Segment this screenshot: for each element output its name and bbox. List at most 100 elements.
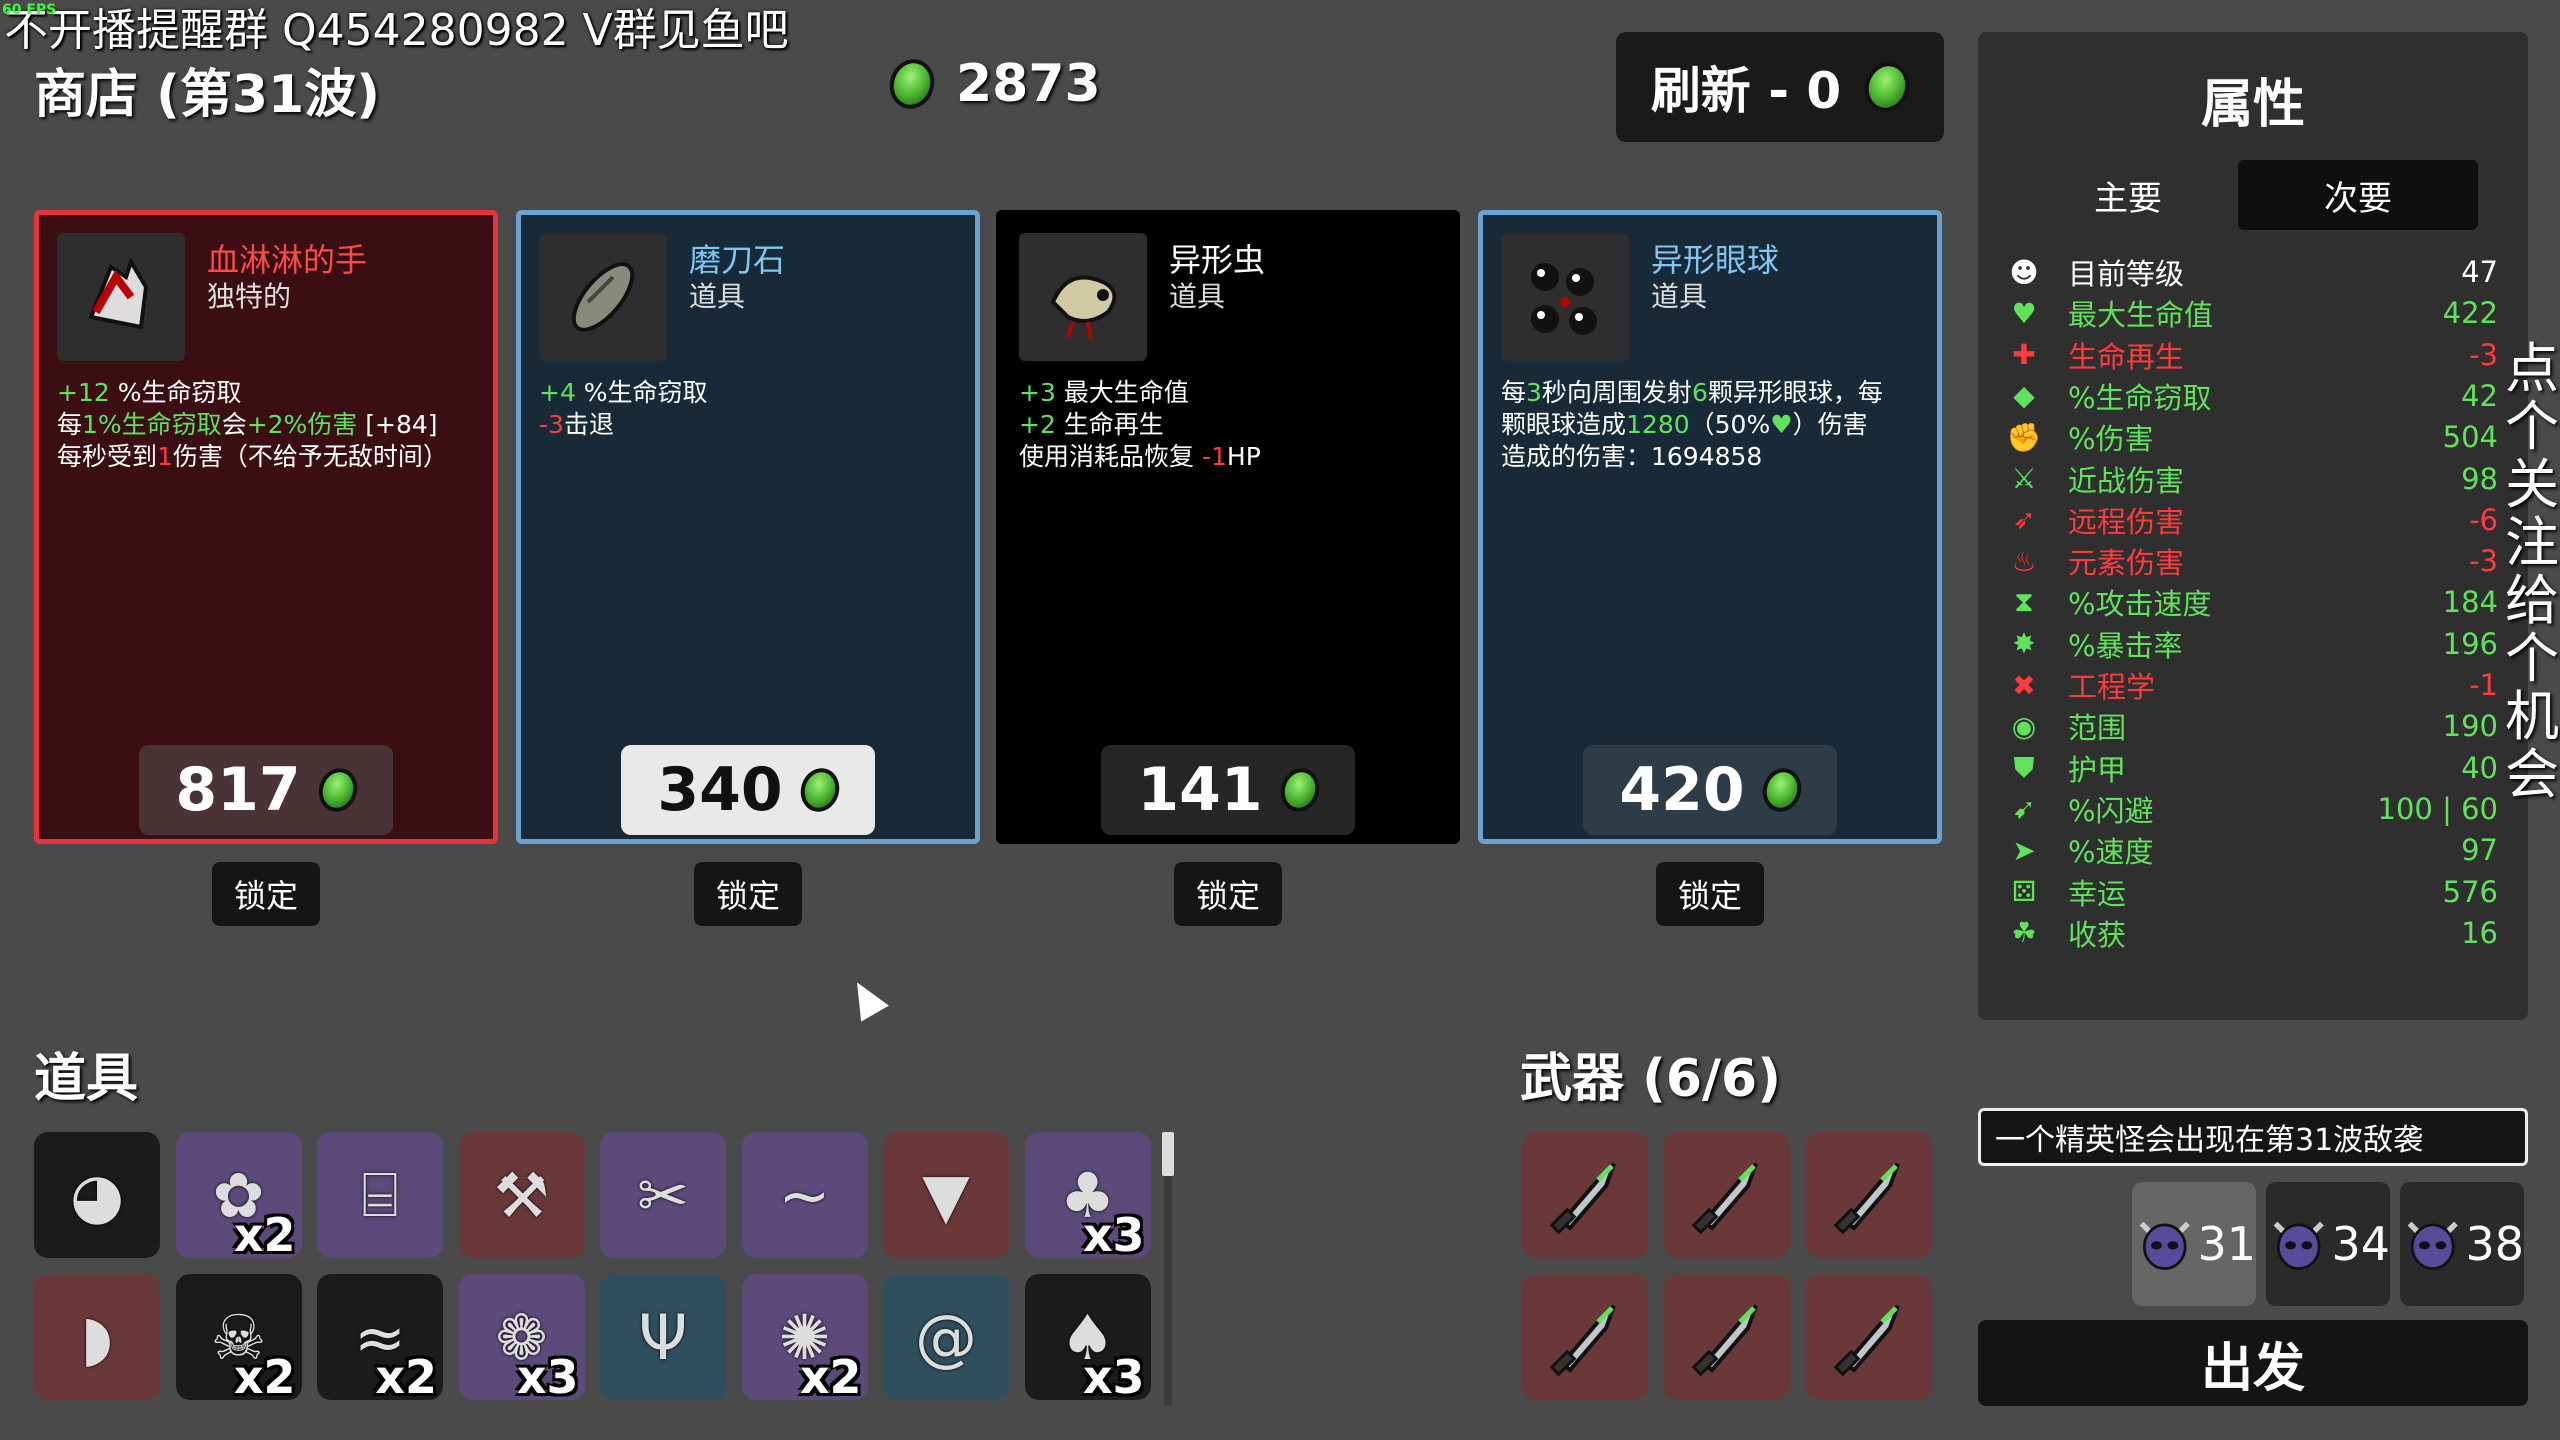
refresh-button[interactable]: 刷新 - 0 (1616, 32, 1944, 142)
weapon-slot[interactable] (1806, 1132, 1932, 1258)
wave-number: 31 (2197, 1217, 2256, 1271)
inventory-item-slot[interactable]: ⚒ (458, 1132, 585, 1258)
stat-row[interactable]: ➶ 远程伤害 -6 (2006, 500, 2498, 540)
weapon-slot[interactable] (1664, 1274, 1790, 1400)
items-section-title: 道具 (34, 1049, 139, 1109)
stat-row[interactable]: ✊ %伤害 504 (2006, 417, 2498, 457)
stat-row[interactable]: ☻ 目前等级 47 (2006, 252, 2498, 292)
stat-row[interactable]: ✚ 生命再生 -3 (2006, 335, 2498, 375)
lock-button[interactable]: 锁定 (694, 862, 802, 926)
stat-row[interactable]: ⛊ 护甲 40 (2006, 748, 2498, 788)
demon-skull-icon (2139, 1221, 2190, 1270)
inventory-item-slot[interactable]: ♠ x3 (1024, 1274, 1151, 1404)
inventory-item-slot[interactable]: ✿ x2 (175, 1132, 302, 1262)
tab-secondary[interactable]: 次要 (2238, 160, 2478, 230)
inventory-item-slot[interactable]: ✺ x2 (741, 1274, 868, 1404)
weapon-slot[interactable] (1522, 1132, 1648, 1258)
description-segment: +2 (1019, 410, 1056, 439)
stat-row[interactable]: ♥ 最大生命值 422 (2006, 293, 2498, 333)
stat-value: -3 (2469, 544, 2498, 579)
buy-price-button[interactable]: 420 (1583, 745, 1837, 835)
stat-row[interactable]: ✖ 工程学 -1 (2006, 665, 2498, 705)
description-segment: 最大生命值 (1055, 378, 1189, 407)
material-coin-icon (1756, 763, 1807, 817)
inventory-item-slot[interactable]: @ (883, 1274, 1009, 1400)
item-description: +3 最大生命值 +2 生命再生 使用消耗品恢复 -1HP (1019, 377, 1441, 473)
go-button[interactable]: 出发 (1978, 1320, 2528, 1406)
stat-row[interactable]: ➹ %闪避 100 | 60 (2006, 789, 2498, 829)
knife-icon (1833, 1304, 1900, 1377)
weapon-slot[interactable] (1806, 1274, 1932, 1400)
elite-wave-icon[interactable]: 31 (2132, 1182, 2256, 1306)
description-line: 使用消耗品恢复 -1HP (1019, 441, 1441, 473)
inventory-item-slot[interactable]: ◕ (34, 1132, 160, 1258)
knife-icon (1833, 1162, 1900, 1235)
material-coin-icon (883, 53, 941, 115)
inventory-item-slot[interactable]: ☠ x2 (175, 1274, 302, 1404)
wave-number: 34 (2331, 1217, 2390, 1271)
level-icon: ☻ (2009, 255, 2039, 289)
lock-button[interactable]: 锁定 (1656, 862, 1764, 926)
alien-worm-icon (1019, 233, 1147, 361)
materials-display: 2873 (883, 53, 1101, 115)
lock-button[interactable]: 锁定 (212, 862, 320, 926)
material-coin-icon (794, 763, 845, 817)
description-segment: 3 (1526, 378, 1542, 407)
stat-label: %闪避 (2068, 793, 2154, 828)
inventory-item-slot[interactable]: ♣ x3 (1024, 1132, 1151, 1262)
stat-row[interactable]: ☘ 收获 16 (2006, 913, 2498, 953)
demon-skull-icon (2273, 1221, 2324, 1270)
inventory-scroll-track (1164, 1176, 1172, 1406)
shop-item-card[interactable]: 磨刀石 道具 +4 %生命窃取 -3击退 340 (516, 210, 980, 844)
buy-price-button[interactable]: 340 (621, 745, 875, 835)
stat-label: 范围 (2068, 711, 2127, 746)
buy-price-button[interactable]: 141 (1101, 745, 1355, 835)
tab-primary[interactable]: 主要 (2008, 160, 2248, 230)
shop-item-card[interactable]: 异形虫 道具 +3 最大生命值 +2 生命再生 使用消耗品恢复 -1HP 141 (996, 210, 1460, 844)
description-segment: 每 (1501, 378, 1527, 407)
item-price: 420 (1619, 755, 1745, 825)
elite-wave-icon[interactable]: 38 (2400, 1182, 2524, 1306)
ranged-icon: ➶ (2012, 503, 2036, 537)
description-segment: 秒向周围发射 (1541, 378, 1692, 407)
description-segment: 使用消耗品恢复 (1019, 442, 1202, 471)
stat-row[interactable]: ⚄ 幸运 576 (2006, 872, 2498, 912)
stat-row[interactable]: ⧗ %攻击速度 184 (2006, 582, 2498, 622)
inventory-item-slot[interactable]: Ψ (600, 1274, 726, 1400)
stat-row[interactable]: ⚔ 近战伤害 98 (2006, 459, 2498, 499)
stat-row[interactable]: ➤ %速度 97 (2006, 830, 2498, 870)
shop-item-card[interactable]: 血淋淋的手 独特的 +12 %生命窃取 每1%生命窃取会+2%伤害 [+84] 每秒… (34, 210, 498, 844)
engineering-icon: ✖ (2012, 668, 2036, 702)
elite-wave-icon[interactable]: 34 (2266, 1182, 2390, 1306)
stat-value: 98 (2461, 461, 2498, 496)
shop-item-card[interactable]: 异形眼球 道具 每3秒向周围发射6颗异形眼球，每 颗眼球造成1280（50%♥）伤… (1478, 210, 1942, 844)
stat-row[interactable]: ♨ 元素伤害 -3 (2006, 541, 2498, 581)
inventory-item-slot[interactable]: ≈ x2 (317, 1274, 443, 1404)
inventory-item-slot[interactable]: ⌸ (317, 1132, 443, 1258)
weapon-slot[interactable] (1522, 1274, 1648, 1400)
description-segment: 1280 (1626, 410, 1690, 439)
description-segment: +2%伤害 (246, 410, 358, 439)
inventory-item-slot[interactable]: ▼ (883, 1132, 1009, 1258)
stat-label: 远程伤害 (2068, 504, 2185, 539)
inventory-item-slot[interactable]: ✂ (600, 1132, 726, 1258)
inventory-scrollbar[interactable] (1162, 1132, 1174, 1176)
inventory-item-slot[interactable]: ❁ x3 (458, 1274, 585, 1404)
knife-icon (1691, 1162, 1758, 1235)
stat-value: -6 (2469, 502, 2498, 537)
stat-row[interactable]: ◆ %生命窃取 42 (2006, 376, 2498, 416)
description-segment: [+84] (357, 410, 438, 439)
knife-icon (1691, 1304, 1758, 1377)
stat-row[interactable]: ✸ %暴击率 196 (2006, 624, 2498, 664)
buy-price-button[interactable]: 817 (139, 745, 393, 835)
stat-label: 生命再生 (2068, 339, 2185, 374)
stat-row[interactable]: ◉ 范围 190 (2006, 706, 2498, 746)
description-segment: +4 (539, 378, 576, 407)
inventory-item-slot[interactable]: ~ (741, 1132, 868, 1258)
item-description: +4 %生命窃取 -3击退 (539, 377, 961, 441)
material-coin-icon (312, 763, 363, 817)
inventory-item-slot[interactable]: ◗ (34, 1274, 160, 1400)
stat-label: 工程学 (2068, 670, 2156, 704)
lock-button[interactable]: 锁定 (1174, 862, 1282, 926)
weapon-slot[interactable] (1664, 1132, 1790, 1258)
